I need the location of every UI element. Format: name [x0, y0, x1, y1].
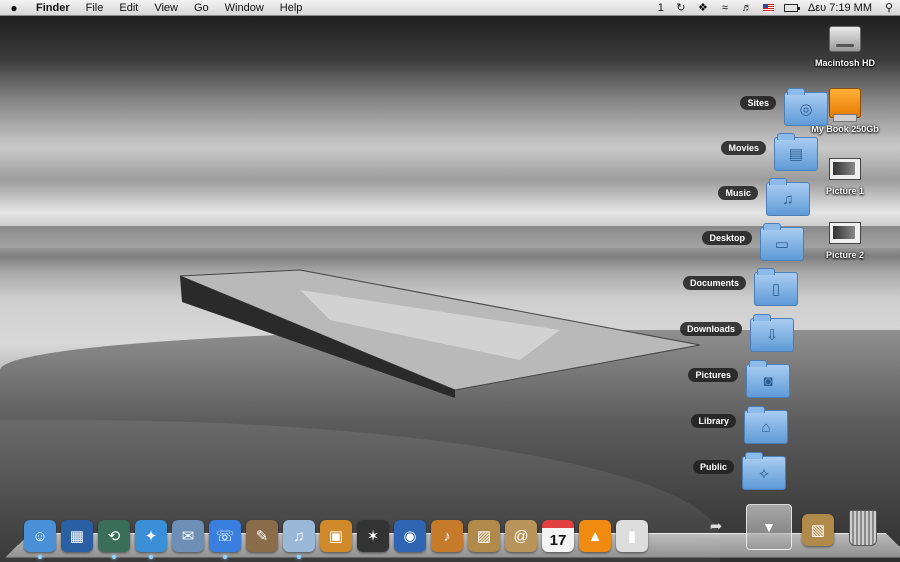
stack-item-label: Library [691, 414, 736, 428]
screenshot-icon [829, 222, 861, 244]
safari-icon[interactable]: ✦ [135, 520, 167, 559]
vlc-icon[interactable]: ▲ [579, 520, 611, 552]
menu-bar: ● Finder File Edit View Go Window Help 1… [0, 0, 900, 16]
menu-edit[interactable]: Edit [111, 0, 146, 16]
external-drive-icon [829, 88, 861, 122]
stack-item-library[interactable]: Library ⌂ [660, 406, 788, 450]
stack-item-movies[interactable]: Movies ▤ [690, 133, 818, 177]
stack-item-music[interactable]: Music ♫ [682, 178, 810, 222]
menu-view[interactable]: View [146, 0, 186, 16]
stack-item-downloads[interactable]: Downloads ⇩ [666, 314, 794, 358]
stack-item-label: Music [718, 186, 758, 200]
stack-item-sites[interactable]: Sites ◎ [700, 88, 828, 132]
screenshot-icon [829, 158, 861, 180]
spotlight-icon[interactable]: ⚲ [878, 1, 900, 14]
running-indicator [223, 555, 227, 559]
wifi-icon[interactable]: ≈ [714, 2, 736, 14]
menu-finder[interactable]: Finder [28, 0, 78, 16]
apple-logo-icon[interactable]: ● [0, 1, 28, 15]
address-book-icon[interactable]: @ [505, 520, 537, 552]
dock-right-section: ➦ ▼ ▧ [700, 504, 877, 550]
library-folder-icon: ⌂ [744, 406, 788, 444]
music-folder-icon: ♫ [766, 178, 810, 216]
photo-tools-icon[interactable]: ✎ [246, 520, 278, 552]
status-number[interactable]: 1 [652, 0, 670, 16]
movies-folder-icon: ▤ [774, 133, 818, 171]
stack-item-desktop[interactable]: Desktop ▭ [676, 223, 804, 267]
preview-icon[interactable]: ▨ [468, 520, 500, 552]
ical-icon[interactable]: 17 [542, 520, 574, 552]
desktop-icon-label: Picture 2 [825, 250, 865, 260]
home-stack-icon[interactable]: ▼ [746, 504, 792, 550]
sync-icon[interactable]: ↻ [670, 1, 692, 14]
photos-stack-icon[interactable]: ▧ [802, 514, 834, 546]
ichat-icon[interactable]: ☏ [209, 520, 241, 559]
desktop-icon-label: Picture 1 [825, 186, 865, 196]
stack-item-public[interactable]: Public ⟡ [658, 452, 786, 496]
stack-item-label: Downloads [679, 322, 742, 336]
menu-file[interactable]: File [78, 0, 112, 16]
imovie-icon[interactable]: ✶ [357, 520, 389, 552]
volume-icon[interactable]: ♬ [736, 2, 758, 14]
dvd-player-icon[interactable]: ◉ [394, 520, 426, 552]
desktop-icon-macintosh-hd[interactable]: Macintosh HD [800, 22, 890, 68]
sites-folder-icon: ◎ [784, 88, 828, 126]
desktop-icon-picture-2[interactable]: Picture 2 [800, 218, 890, 260]
time-machine-icon[interactable]: ⟲ [98, 520, 130, 559]
itunes-icon[interactable]: ♫ [283, 520, 315, 559]
trash-icon[interactable] [849, 510, 877, 546]
stack-item-label: Desktop [702, 231, 752, 245]
downloads-folder-icon: ⇩ [750, 314, 794, 352]
garageband-icon[interactable]: ♪ [431, 520, 463, 552]
stack-item-label: Public [692, 460, 734, 474]
dock: ☺ ▦ ⟲ ✦ ✉ ☏ ✎ ♫ ▣ ✶ ◉ ♪ ▨ @17 ▲ ▮ [24, 512, 653, 559]
dashboard-icon[interactable]: ▦ [61, 520, 93, 552]
stack-open-arrow-icon: ▼ [762, 519, 776, 535]
forward-arrow-icon[interactable]: ➦ [700, 510, 732, 542]
menu-window[interactable]: Window [217, 0, 272, 16]
hard-drive-icon [829, 26, 861, 52]
running-indicator [112, 555, 116, 559]
public-folder-icon: ⟡ [742, 452, 786, 490]
finder-icon[interactable]: ☺ [24, 520, 56, 559]
documents-folder-icon: ▯ [754, 268, 798, 306]
stack-item-label: Pictures [688, 368, 738, 382]
stack-item-pictures[interactable]: Pictures ◙ [662, 360, 790, 404]
stack-item-label: Movies [721, 141, 766, 155]
running-indicator [38, 555, 42, 559]
menu-go[interactable]: Go [186, 0, 217, 16]
stack-item-label: Sites [740, 96, 776, 110]
desktop-icon-label: Macintosh HD [814, 58, 875, 68]
desktop-folder-icon: ▭ [760, 223, 804, 261]
running-indicator [297, 555, 301, 559]
flag-us-icon[interactable] [758, 2, 780, 14]
status-menus: 1 ↻ ❖ ≈ ♬ Δευ 7:19 MM ⚲ [652, 0, 900, 16]
pictures-folder-icon: ◙ [746, 360, 790, 398]
stack-item-label: Documents [682, 276, 746, 290]
battery-icon[interactable] [780, 2, 802, 14]
menu-clock[interactable]: Δευ 7:19 MM [802, 0, 878, 16]
bluetooth-icon[interactable]: ❖ [692, 1, 714, 14]
running-indicator [149, 555, 153, 559]
iphoto-icon[interactable]: ▣ [320, 520, 352, 552]
menu-help[interactable]: Help [272, 0, 311, 16]
stack-item-documents[interactable]: Documents ▯ [670, 268, 798, 312]
mail-stamp-icon[interactable]: ✉ [172, 520, 204, 552]
boot-camp-icon[interactable]: ▮ [616, 520, 648, 552]
